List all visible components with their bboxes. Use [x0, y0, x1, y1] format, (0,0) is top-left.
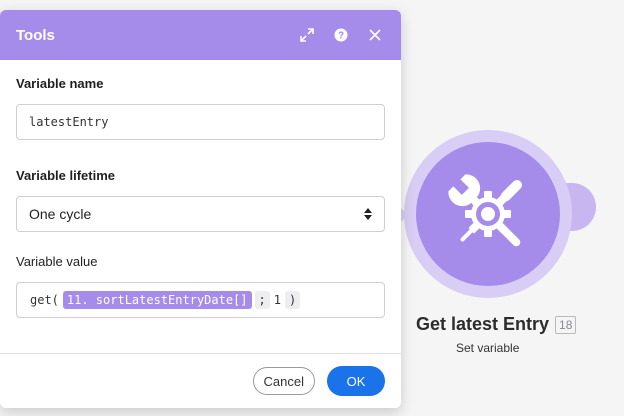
svg-text:?: ? [338, 31, 344, 42]
dialog-footer: Cancel OK [0, 353, 401, 408]
close-icon[interactable] [365, 25, 385, 45]
node-title-row: Get latest Entry 18 [416, 314, 577, 335]
variable-lifetime-value: One cycle [29, 206, 92, 222]
variable-value-label: Variable value [16, 254, 98, 269]
select-arrows-icon [364, 208, 372, 220]
node-title[interactable]: Get latest Entry [416, 314, 549, 335]
dialog-header: Tools ? [0, 10, 401, 60]
function-token[interactable]: get( [29, 291, 60, 309]
variable-value-input[interactable]: get( 11. sortLatestEntryDate[] ; 1 ) [16, 282, 385, 318]
variable-lifetime-label: Variable lifetime [16, 168, 115, 183]
close-paren-token[interactable]: ) [285, 291, 301, 309]
variable-name-label: Variable name [16, 76, 104, 91]
tools-module-node[interactable] [416, 142, 560, 286]
expand-icon[interactable] [297, 25, 317, 45]
variable-lifetime-select[interactable]: One cycle [16, 196, 385, 232]
node-id-badge: 18 [555, 315, 577, 334]
index-token[interactable]: 1 [273, 291, 282, 309]
cancel-button[interactable]: Cancel [252, 367, 315, 395]
tools-dialog: Tools ? Variable name Variable lifetime … [0, 10, 401, 408]
separator-token[interactable]: ; [254, 291, 270, 309]
help-icon[interactable]: ? [331, 25, 351, 45]
node-subtitle: Set variable [456, 341, 520, 355]
tools-icon [448, 174, 522, 247]
ok-button[interactable]: OK [327, 366, 385, 396]
variable-pill[interactable]: 11. sortLatestEntryDate[] [62, 291, 252, 309]
variable-name-input[interactable] [16, 104, 385, 140]
dialog-body: Variable name Variable lifetime One cycl… [0, 76, 401, 318]
dialog-title: Tools [16, 26, 55, 44]
